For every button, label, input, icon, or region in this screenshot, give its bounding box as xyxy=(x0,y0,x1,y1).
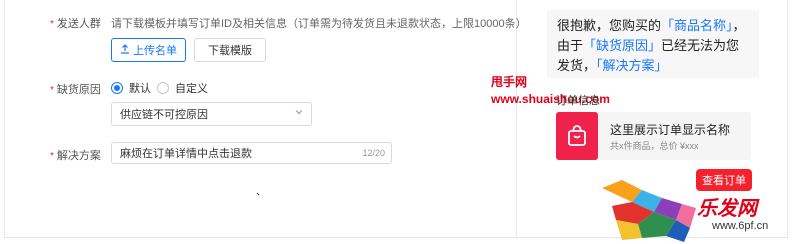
stray-mark: 、 xyxy=(256,187,266,198)
solution-label-text: 解决方案 xyxy=(56,150,101,162)
bull-logo-icon xyxy=(602,180,696,242)
logo-url: www.6pf.cn xyxy=(712,220,769,232)
order-subtitle: 共x件商品，总价 ¥xxx xyxy=(610,141,699,151)
shopping-bag-icon xyxy=(556,112,598,160)
order-detail-label: 订单信息 xyxy=(556,95,600,107)
panel-divider xyxy=(516,0,517,238)
radio-checked-icon xyxy=(111,82,123,94)
chevron-down-icon xyxy=(295,110,303,115)
radio-unchecked-icon xyxy=(157,82,169,94)
radio-custom-label: 自定义 xyxy=(175,83,208,95)
radio-custom[interactable]: 自定义 xyxy=(157,80,208,96)
solution-label: * 解决方案 xyxy=(50,147,101,163)
radio-default-label: 默认 xyxy=(129,83,151,95)
logo-text: 乐发网 xyxy=(697,198,757,220)
message-product-name: 「商品名称」 xyxy=(661,18,733,33)
order-card: 这里展示订单显示名称 共x件商品，总价 ¥xxx xyxy=(556,112,751,160)
message-part-1: 很抱歉，您购买的 xyxy=(557,18,662,33)
reason-select[interactable]: 供应链不可控原因 xyxy=(111,102,312,126)
upload-icon xyxy=(120,43,130,57)
solution-input[interactable]: 麻烦在订单详情中点击退款 12/20 xyxy=(111,142,392,164)
reason-label: * 缺货原因 xyxy=(50,81,101,97)
message-reason: 「缺货原因」 xyxy=(583,38,662,53)
preview-message: 很抱歉，您购买的「商品名称」，由于「缺货原因」已经无法为您发货，「解决方案」 xyxy=(547,10,759,78)
message-solution: 「解决方案」 xyxy=(596,58,668,73)
download-template-button[interactable]: 下载模版 xyxy=(194,38,266,62)
send-target-label-text: 发送人群 xyxy=(56,18,101,30)
reason-select-value: 供应链不可控原因 xyxy=(120,109,208,121)
watermark-line1: 甩手网 xyxy=(491,75,528,89)
required-mark: * xyxy=(50,19,54,30)
required-mark: * xyxy=(50,151,54,162)
solution-input-value: 麻烦在订单详情中点击退款 xyxy=(120,148,252,160)
radio-default[interactable]: 默认 xyxy=(111,80,151,96)
logo-watermark xyxy=(592,178,792,244)
upload-hint: 请下载模板并填写订单ID及相关信息（订单需为待发货且未退款状态，上限10000条… xyxy=(111,18,527,30)
send-target-label: * 发送人群 xyxy=(50,15,101,31)
required-mark: * xyxy=(50,85,54,96)
upload-list-button-label: 上传名单 xyxy=(133,45,177,57)
reason-label-text: 缺货原因 xyxy=(56,84,101,96)
order-title: 这里展示订单显示名称 xyxy=(610,123,731,137)
char-counter: 12/20 xyxy=(362,148,385,158)
upload-list-button[interactable]: 上传名单 xyxy=(111,38,186,62)
